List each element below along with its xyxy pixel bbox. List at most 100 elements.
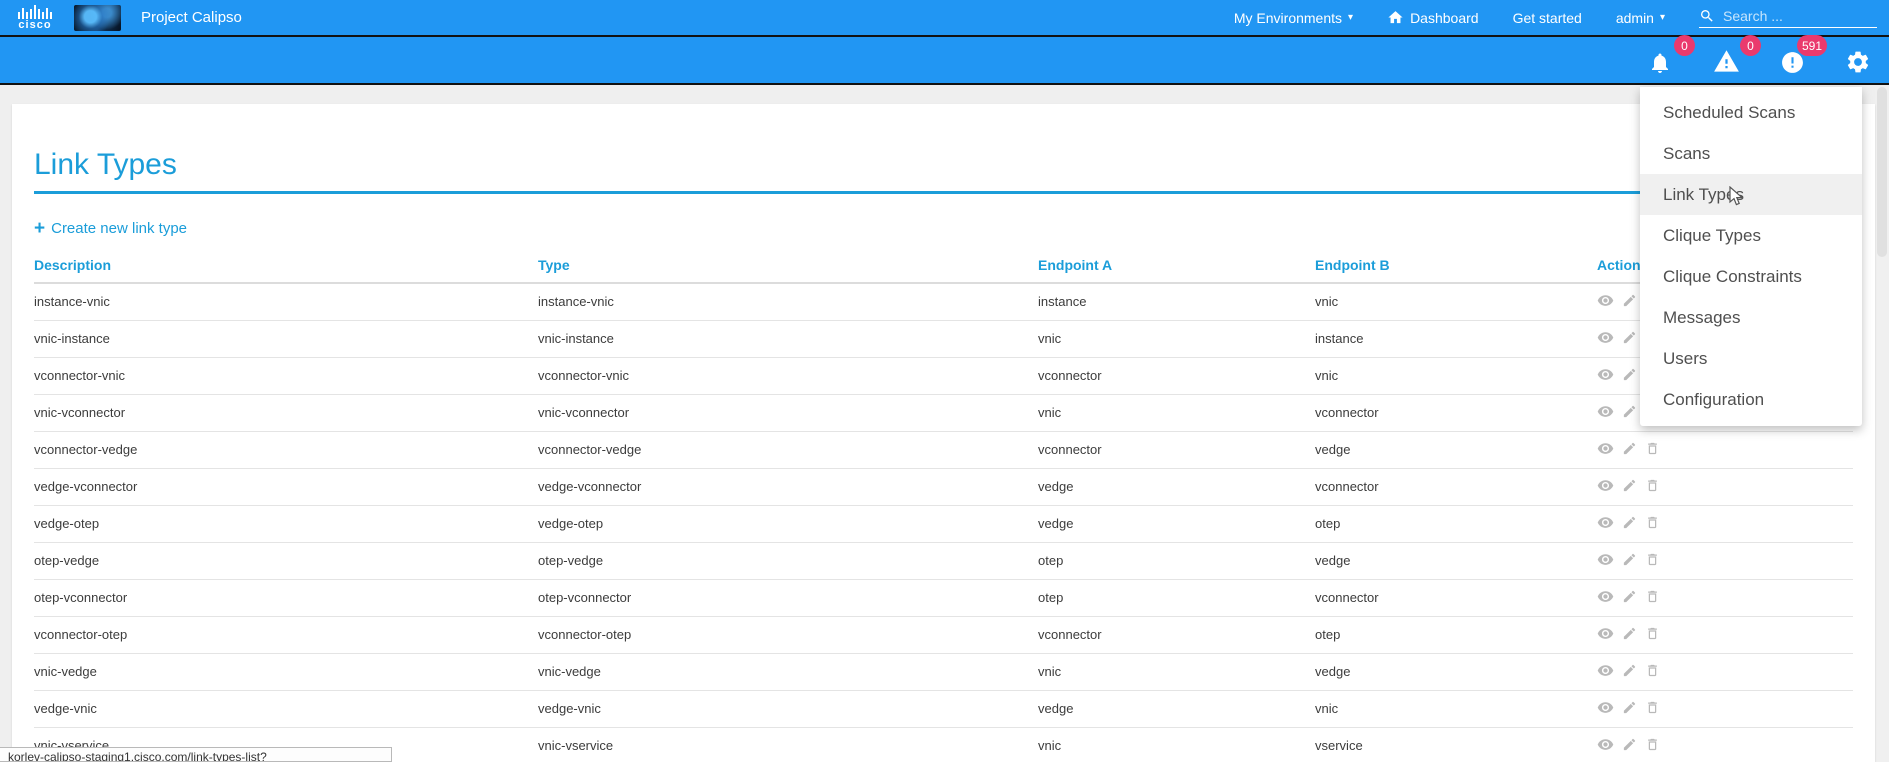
view-button[interactable] xyxy=(1597,366,1614,386)
edit-pencil-icon xyxy=(1622,441,1637,456)
table-row[interactable]: instance-vnic instance-vnic instance vni… xyxy=(34,283,1853,320)
cell-endpoint-a: vnic xyxy=(1038,394,1315,431)
edit-button[interactable] xyxy=(1622,441,1637,459)
table-row[interactable]: vedge-vconnector vedge-vconnector vedge … xyxy=(34,468,1853,505)
eye-icon xyxy=(1597,662,1614,679)
table-row[interactable]: vconnector-otep vconnector-otep vconnect… xyxy=(34,616,1853,653)
edit-pencil-icon xyxy=(1622,293,1637,308)
edit-button[interactable] xyxy=(1622,404,1637,422)
edit-button[interactable] xyxy=(1622,626,1637,644)
cell-endpoint-a: otep xyxy=(1038,542,1315,579)
menu-item-scheduled-scans[interactable]: Scheduled Scans xyxy=(1640,92,1862,133)
delete-button[interactable] xyxy=(1645,515,1660,533)
warnings-badge: 0 xyxy=(1740,35,1761,56)
delete-button[interactable] xyxy=(1645,663,1660,681)
cell-endpoint-b: otep xyxy=(1315,616,1597,653)
edit-button[interactable] xyxy=(1622,589,1637,607)
edit-button[interactable] xyxy=(1622,367,1637,385)
cell-type: vnic-vservice xyxy=(538,727,1038,762)
cell-description: vnic-vconnector xyxy=(34,394,538,431)
edit-button[interactable] xyxy=(1622,293,1637,311)
notifications-button[interactable]: 0 xyxy=(1645,45,1675,75)
table-row[interactable]: otep-vedge otep-vedge otep vedge xyxy=(34,542,1853,579)
view-button[interactable] xyxy=(1597,662,1614,682)
view-button[interactable] xyxy=(1597,588,1614,608)
menu-item-link-types[interactable]: Link Types xyxy=(1640,174,1862,215)
delete-button[interactable] xyxy=(1645,700,1660,718)
get-started-link[interactable]: Get started xyxy=(1513,10,1582,26)
edit-pencil-icon xyxy=(1622,515,1637,530)
table-row[interactable]: vconnector-vedge vconnector-vedge vconne… xyxy=(34,431,1853,468)
dashboard-link[interactable]: Dashboard xyxy=(1387,9,1479,26)
bell-icon xyxy=(1648,51,1672,75)
edit-pencil-icon xyxy=(1622,589,1637,604)
admin-menu[interactable]: admin ▾ xyxy=(1616,10,1665,26)
delete-button[interactable] xyxy=(1645,589,1660,607)
cell-description: instance-vnic xyxy=(34,283,538,320)
column-header-type[interactable]: Type xyxy=(538,253,1038,283)
eye-icon xyxy=(1597,403,1614,420)
table-row[interactable]: vconnector-vnic vconnector-vnic vconnect… xyxy=(34,357,1853,394)
cell-type: vnic-vconnector xyxy=(538,394,1038,431)
menu-item-clique-types[interactable]: Clique Types xyxy=(1640,215,1862,256)
view-button[interactable] xyxy=(1597,551,1614,571)
eye-icon xyxy=(1597,699,1614,716)
view-button[interactable] xyxy=(1597,329,1614,349)
column-header-description[interactable]: Description xyxy=(34,253,538,283)
cell-endpoint-b: vconnector xyxy=(1315,394,1597,431)
delete-button[interactable] xyxy=(1645,478,1660,496)
menu-item-messages[interactable]: Messages xyxy=(1640,297,1862,338)
edit-button[interactable] xyxy=(1622,663,1637,681)
create-new-link-type-button[interactable]: + Create new link type xyxy=(34,220,187,237)
table-row[interactable]: vedge-vnic vedge-vnic vedge vnic xyxy=(34,690,1853,727)
warnings-button[interactable]: 0 xyxy=(1711,45,1741,75)
menu-item-clique-constraints[interactable]: Clique Constraints xyxy=(1640,256,1862,297)
edit-button[interactable] xyxy=(1622,515,1637,533)
delete-button[interactable] xyxy=(1645,552,1660,570)
table-row[interactable]: otep-vconnector otep-vconnector otep vco… xyxy=(34,579,1853,616)
menu-item-users[interactable]: Users xyxy=(1640,338,1862,379)
view-button[interactable] xyxy=(1597,699,1614,719)
cell-type: instance-vnic xyxy=(538,283,1038,320)
view-button[interactable] xyxy=(1597,403,1614,423)
view-button[interactable] xyxy=(1597,736,1614,756)
search-input[interactable] xyxy=(1723,8,1863,24)
table-row[interactable]: vedge-otep vedge-otep vedge otep xyxy=(34,505,1853,542)
cell-actions xyxy=(1597,690,1853,727)
edit-button[interactable] xyxy=(1622,552,1637,570)
view-button[interactable] xyxy=(1597,514,1614,534)
column-header-endpoint-a[interactable]: Endpoint A xyxy=(1038,253,1315,283)
settings-button[interactable] xyxy=(1843,45,1873,75)
eye-icon xyxy=(1597,736,1614,753)
edit-button[interactable] xyxy=(1622,478,1637,496)
edit-button[interactable] xyxy=(1622,737,1637,755)
cell-description: vedge-vconnector xyxy=(34,468,538,505)
search-icon[interactable] xyxy=(1699,8,1715,24)
delete-button[interactable] xyxy=(1645,626,1660,644)
top-navbar: cisco Project Calipso My Environments ▾ … xyxy=(0,0,1889,37)
view-button[interactable] xyxy=(1597,292,1614,312)
view-button[interactable] xyxy=(1597,440,1614,460)
table-row[interactable]: vnic-instance vnic-instance vnic instanc… xyxy=(34,320,1853,357)
my-environments-dropdown[interactable]: My Environments ▾ xyxy=(1234,10,1353,26)
errors-badge: 591 xyxy=(1797,35,1827,56)
settings-menu: Scheduled ScansScansLink TypesClique Typ… xyxy=(1640,87,1862,426)
edit-pencil-icon xyxy=(1622,626,1637,641)
scrollbar-thumb[interactable] xyxy=(1877,87,1887,257)
errors-button[interactable]: 591 xyxy=(1777,45,1807,75)
table-row[interactable]: vnic-vconnector vnic-vconnector vnic vco… xyxy=(34,394,1853,431)
delete-button[interactable] xyxy=(1645,737,1660,755)
column-header-endpoint-b[interactable]: Endpoint B xyxy=(1315,253,1597,283)
menu-item-configuration[interactable]: Configuration xyxy=(1640,379,1862,420)
table-row[interactable]: vnic-vedge vnic-vedge vnic vedge xyxy=(34,653,1853,690)
edit-button[interactable] xyxy=(1622,700,1637,718)
delete-button[interactable] xyxy=(1645,441,1660,459)
edit-button[interactable] xyxy=(1622,330,1637,348)
menu-item-scans[interactable]: Scans xyxy=(1640,133,1862,174)
view-button[interactable] xyxy=(1597,625,1614,645)
page-scrollbar[interactable] xyxy=(1875,87,1889,762)
delete-trash-icon xyxy=(1645,700,1660,715)
view-button[interactable] xyxy=(1597,477,1614,497)
cell-description: vnic-vedge xyxy=(34,653,538,690)
edit-pencil-icon xyxy=(1622,700,1637,715)
